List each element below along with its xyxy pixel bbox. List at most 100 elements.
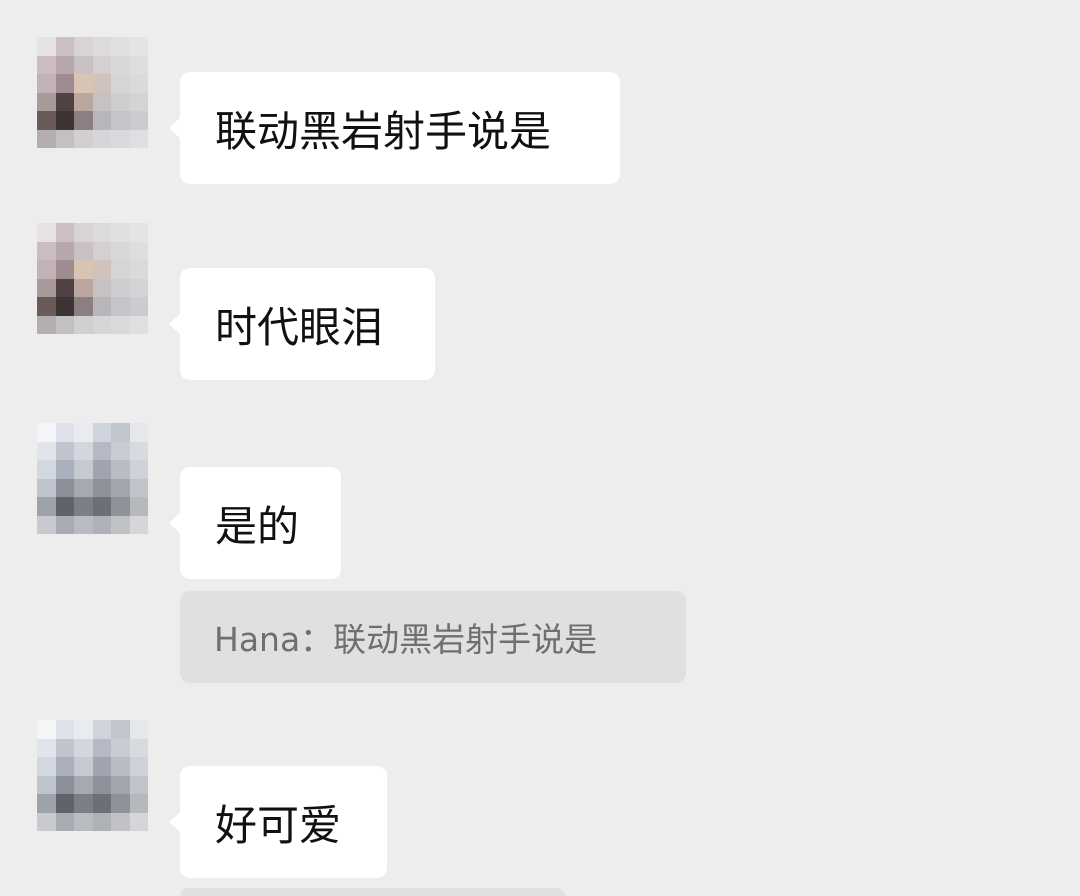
- avatar-pixel: [37, 423, 56, 442]
- avatar-pixel: [92, 37, 111, 56]
- avatar-pixel: [111, 111, 130, 130]
- avatar-pixel: [55, 478, 74, 497]
- avatar-pixel: [74, 260, 93, 279]
- avatar-pixel: [55, 720, 74, 739]
- avatar-pixel: [129, 260, 148, 279]
- avatar-pixel: [37, 460, 56, 479]
- message-bubble[interactable]: 是的: [169, 467, 341, 579]
- avatar-pixel: [37, 738, 56, 757]
- avatar-pixel: [129, 478, 148, 497]
- avatar-pixel: [37, 55, 56, 74]
- avatar-pixel: [37, 775, 56, 794]
- avatar-pixel: [37, 478, 56, 497]
- avatar-pixel: [129, 129, 148, 148]
- avatar-pixel: [129, 515, 148, 534]
- avatar-pixel: [55, 92, 74, 111]
- avatar-pixel: [111, 74, 130, 93]
- avatar-pixel: [74, 460, 93, 479]
- avatar-pixel: [92, 460, 111, 479]
- avatar-pixel: [74, 129, 93, 148]
- avatar-pixel: [55, 460, 74, 479]
- avatar-pixel: [55, 297, 74, 316]
- avatar-pixel: [129, 775, 148, 794]
- avatar-pixel: [92, 720, 111, 739]
- avatar-pixel: [111, 297, 130, 316]
- avatar-pixel: [111, 497, 130, 516]
- avatar-pixel: [37, 297, 56, 316]
- avatar-pixel: [74, 812, 93, 831]
- avatar-pixel: [129, 278, 148, 297]
- avatar-pixel: [111, 92, 130, 111]
- avatar[interactable]: [37, 423, 148, 534]
- avatar-pixel: [111, 55, 130, 74]
- avatar-pixel: [129, 315, 148, 334]
- avatar-pixel: [74, 278, 93, 297]
- message-bubble[interactable]: 联动黑岩射手说是: [169, 72, 620, 184]
- avatar-pixel: [74, 720, 93, 739]
- avatar-pixel: [92, 111, 111, 130]
- avatar-pixel: [111, 757, 130, 776]
- avatar-pixel: [37, 812, 56, 831]
- avatar-pixel: [111, 478, 130, 497]
- avatar-pixel: [55, 441, 74, 460]
- avatar-pixel: [129, 74, 148, 93]
- avatar-pixel: [111, 423, 130, 442]
- avatar-pixel: [55, 757, 74, 776]
- avatar-pixel: [129, 111, 148, 130]
- avatar-pixel: [74, 37, 93, 56]
- avatar-pixel: [55, 129, 74, 148]
- avatar-pixel: [111, 315, 130, 334]
- avatar-pixel: [111, 441, 130, 460]
- avatar-pixel: [37, 515, 56, 534]
- avatar-pixel: [92, 297, 111, 316]
- avatar-pixel: [129, 92, 148, 111]
- avatar-pixel: [55, 74, 74, 93]
- quoted-message[interactable]: Hana：联动黑岩射手说是: [180, 591, 686, 683]
- avatar-pixel: [55, 812, 74, 831]
- avatar-pixel: [129, 460, 148, 479]
- avatar-pixel: [92, 775, 111, 794]
- avatar-pixel: [55, 315, 74, 334]
- avatar-pixel: [111, 460, 130, 479]
- avatar-pixel: [111, 223, 130, 242]
- avatar-pixel: [55, 497, 74, 516]
- avatar-pixel: [37, 223, 56, 242]
- avatar-pixel: [37, 757, 56, 776]
- message-bubble[interactable]: 时代眼泪: [169, 268, 435, 380]
- avatar-pixel: [37, 315, 56, 334]
- avatar-pixel: [111, 720, 130, 739]
- avatar-pixel: [129, 794, 148, 813]
- avatar-pixel: [111, 738, 130, 757]
- avatar-pixel: [111, 812, 130, 831]
- avatar-pixel: [74, 515, 93, 534]
- avatar-pixel: [111, 775, 130, 794]
- avatar-pixel: [92, 423, 111, 442]
- avatar-pixel: [55, 260, 74, 279]
- message-bubble[interactable]: 好可爱: [169, 766, 387, 878]
- avatar-pixel: [74, 757, 93, 776]
- avatar[interactable]: [37, 223, 148, 334]
- avatar[interactable]: [37, 720, 148, 831]
- avatar-pixel: [37, 111, 56, 130]
- avatar-pixel: [111, 260, 130, 279]
- avatar-pixel: [55, 775, 74, 794]
- avatar-pixel: [129, 423, 148, 442]
- avatar-pixel: [92, 515, 111, 534]
- avatar-pixel: [74, 297, 93, 316]
- avatar-pixel: [92, 497, 111, 516]
- avatar-pixel: [129, 55, 148, 74]
- avatar-pixel: [37, 441, 56, 460]
- avatar-pixel: [111, 794, 130, 813]
- avatar-pixel: [37, 497, 56, 516]
- avatar-pixel: [111, 37, 130, 56]
- avatar-pixel: [111, 129, 130, 148]
- avatar-pixel: [92, 794, 111, 813]
- avatar-pixel: [37, 74, 56, 93]
- avatar[interactable]: [37, 37, 148, 148]
- avatar-pixel: [129, 720, 148, 739]
- avatar-pixel: [55, 241, 74, 260]
- avatar-pixel: [74, 241, 93, 260]
- avatar-pixel: [74, 92, 93, 111]
- avatar-pixel: [74, 315, 93, 334]
- avatar-pixel: [92, 757, 111, 776]
